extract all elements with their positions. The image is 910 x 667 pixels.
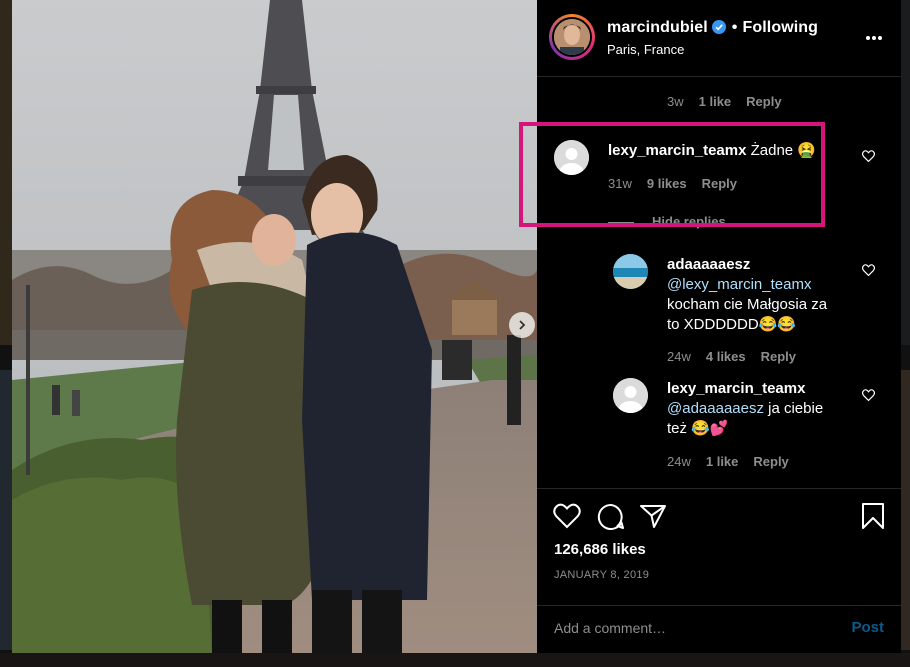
heart-icon (861, 389, 876, 402)
default-avatar-icon (554, 140, 589, 175)
bookmark-icon (862, 503, 884, 529)
commenter-avatar[interactable] (554, 140, 589, 175)
post-date[interactable]: JANUARY 8, 2019 (554, 569, 649, 581)
reply-button[interactable]: Reply (746, 94, 781, 109)
next-arrow-icon (519, 320, 526, 330)
next-image-button[interactable] (509, 312, 535, 338)
share-icon (640, 505, 666, 528)
post-actions: 126,686 likes JANUARY 8, 2019 Post (537, 488, 901, 653)
reply-body: adaaaaaesz @lexy_marcin_teamx kocham cie… (667, 255, 867, 335)
comment-body: lexy_marcin_teamx Żadne 🤮 (608, 141, 816, 161)
heart-icon (861, 264, 876, 277)
post-location[interactable]: Paris, France (607, 42, 684, 57)
avatar-photo (554, 19, 590, 55)
post-sidebar: marcindubiel • Following Paris, France 3w 1… (537, 0, 901, 653)
share-button[interactable] (639, 503, 667, 534)
reply-avatar[interactable] (613, 378, 648, 413)
reply-username[interactable]: adaaaaaesz (667, 255, 867, 275)
comment-icon (597, 503, 624, 530)
previous-comment-meta: 3w 1 like Reply (667, 94, 797, 109)
reply-button[interactable]: Reply (702, 176, 737, 191)
post-likes-count[interactable]: 126,686 likes (554, 541, 646, 558)
author-line: marcindubiel • Following (607, 19, 818, 39)
like-reply-button[interactable] (861, 388, 876, 406)
hide-replies-button[interactable]: Hide replies (608, 214, 726, 229)
reply-likes[interactable]: 1 like (706, 454, 739, 469)
reply-avatar[interactable] (613, 254, 648, 289)
like-button[interactable] (553, 503, 581, 534)
reply-time: 24w (667, 349, 691, 364)
author-username[interactable]: marcindubiel (607, 19, 708, 36)
reply-mention[interactable]: @lexy_marcin_teamx (667, 275, 867, 295)
comment-likes[interactable]: 1 like (699, 94, 732, 109)
reply-meta: 24w 1 like Reply (667, 454, 804, 469)
reply-text: ja ciebie (763, 400, 824, 417)
reply-username[interactable]: lexy_marcin_teamx (667, 379, 867, 399)
separator-dot: • (731, 19, 738, 36)
hide-replies-label: Hide replies (652, 214, 726, 229)
comment-likes[interactable]: 9 likes (647, 176, 687, 191)
comment-input[interactable] (554, 620, 824, 636)
comment-time: 3w (667, 94, 684, 109)
reply-button[interactable]: Reply (753, 454, 788, 469)
reply-body: lexy_marcin_teamx @adaaaaaesz ja ciebie … (667, 379, 867, 439)
like-reply-button[interactable] (861, 263, 876, 281)
reply-button[interactable]: Reply (761, 349, 796, 364)
instagram-post-modal: marcindubiel • Following Paris, France 3w 1… (0, 0, 910, 667)
post-image[interactable] (12, 0, 537, 653)
reply-meta: 24w 4 likes Reply (667, 349, 811, 364)
more-options-button[interactable] (865, 28, 883, 46)
follow-status-button[interactable]: Following (742, 19, 818, 36)
like-comment-button[interactable] (861, 149, 876, 167)
more-options-icon (866, 36, 882, 40)
hide-replies-line (608, 222, 634, 224)
post-comment-button[interactable]: Post (851, 619, 884, 636)
heart-icon (553, 503, 581, 529)
verified-badge-icon (711, 20, 726, 39)
reply-likes[interactable]: 4 likes (706, 349, 746, 364)
avatar-border (552, 17, 592, 57)
save-button[interactable] (860, 502, 886, 535)
author-avatar[interactable] (549, 14, 595, 60)
reply-time: 24w (667, 454, 691, 469)
add-comment-bar: Post (537, 605, 901, 654)
reply-mention[interactable]: @adaaaaaesz (667, 400, 764, 417)
comment-text: Żadne 🤮 (750, 142, 816, 159)
beach-avatar (613, 254, 648, 289)
eiffel-tower-couple-photo (12, 0, 537, 653)
reply-text-line: kocham cie Małgosia za (667, 296, 828, 313)
post-header: marcindubiel • Following Paris, France (537, 0, 901, 77)
default-avatar-icon (613, 378, 648, 413)
comment-meta: 31w 9 likes Reply (608, 176, 752, 191)
avatar-face (554, 19, 590, 55)
reply-text-line: to XDDDDDD😂😂 (667, 316, 797, 333)
comment-username[interactable]: lexy_marcin_teamx (608, 142, 746, 159)
comments-list[interactable]: 3w 1 like Reply lexy_marcin_teamx Żadne 🤮 … (537, 78, 901, 488)
heart-icon (861, 150, 876, 163)
comment-time: 31w (608, 176, 632, 191)
reply-text-line: też 😂💕 (667, 420, 729, 437)
comment-button[interactable] (597, 503, 625, 535)
